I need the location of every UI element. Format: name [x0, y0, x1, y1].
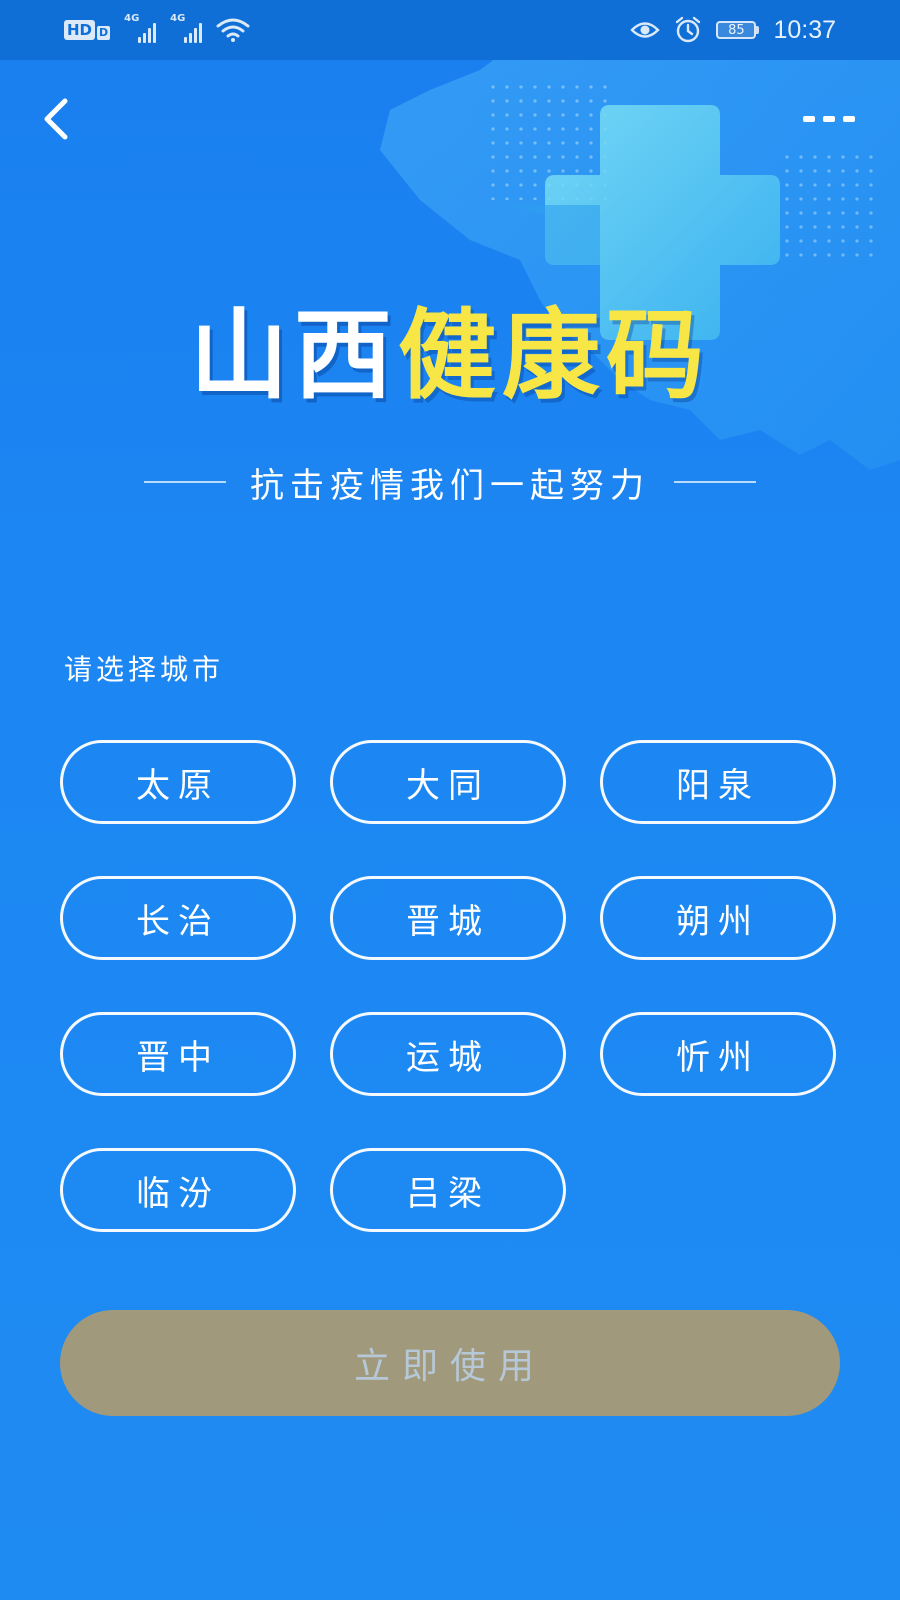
chevron-left-icon — [44, 98, 68, 140]
more-button[interactable] — [796, 104, 862, 134]
slogan-row: 抗击疫情我们一起努力 — [0, 452, 900, 512]
slogan-text: 抗击疫情我们一起努力 — [250, 465, 650, 506]
wifi-icon — [216, 18, 250, 42]
eye-icon — [630, 22, 661, 38]
slogan-divider-right — [674, 481, 756, 483]
signal-icon: 4G — [124, 13, 157, 43]
signal-bar — [138, 37, 142, 43]
city-button-lvliang[interactable]: 吕梁 — [330, 1148, 566, 1232]
city-button-linfen[interactable]: 临汾 — [60, 1148, 296, 1232]
signal-bar — [153, 23, 157, 43]
network-type-label: 4G — [170, 13, 186, 24]
city-button-xinzhou[interactable]: 忻州 — [600, 1012, 836, 1096]
status-bar: HD D 4G 4G 85 10:37 — [0, 0, 900, 60]
network-type-label: 4G — [124, 13, 140, 24]
slogan-divider-left — [144, 481, 226, 483]
signal-bar — [189, 33, 193, 43]
city-button-yangquan[interactable]: 阳泉 — [600, 740, 836, 824]
city-button-taiyuan[interactable]: 太原 — [60, 740, 296, 824]
more-dots-icon — [803, 116, 855, 122]
hd-sub-label: D — [97, 26, 111, 40]
city-button-yuncheng[interactable]: 运城 — [330, 1012, 566, 1096]
back-button[interactable] — [34, 94, 78, 144]
select-city-label: 请选择城市 — [64, 653, 225, 686]
use-now-button[interactable]: 立即使用 — [60, 1310, 840, 1416]
city-button-changzhi[interactable]: 长治 — [60, 876, 296, 960]
city-button-shuozhou[interactable]: 朔州 — [600, 876, 836, 960]
status-bar-left: HD D 4G 4G — [64, 13, 250, 43]
signal-bar — [148, 28, 152, 43]
signal-icon: 4G — [170, 13, 203, 43]
city-button-jincheng[interactable]: 晋城 — [330, 876, 566, 960]
signal-bar — [194, 28, 198, 43]
page: HD D 4G 4G 85 10:37 山西健康码 抗击疫情我们一起努力 请选择… — [0, 0, 900, 1600]
hd-badge: HD D — [64, 20, 111, 40]
battery-tip — [756, 26, 760, 34]
status-bar-right: 85 10:37 — [630, 16, 836, 45]
signal-bar — [199, 23, 203, 43]
city-button-jinzhong[interactable]: 晋中 — [60, 1012, 296, 1096]
battery-level: 85 — [716, 21, 757, 39]
signal-bar — [143, 33, 147, 43]
battery-icon: 85 — [716, 21, 760, 39]
alarm-icon — [676, 16, 701, 43]
title-province: 山西 — [189, 299, 398, 413]
hd-label: HD — [64, 20, 96, 40]
title-health-code: 健康码 — [398, 299, 711, 413]
app-title: 山西健康码 — [0, 296, 900, 416]
status-clock: 10:37 — [773, 15, 836, 44]
city-button-datong[interactable]: 大同 — [330, 740, 566, 824]
signal-bar — [184, 37, 188, 43]
